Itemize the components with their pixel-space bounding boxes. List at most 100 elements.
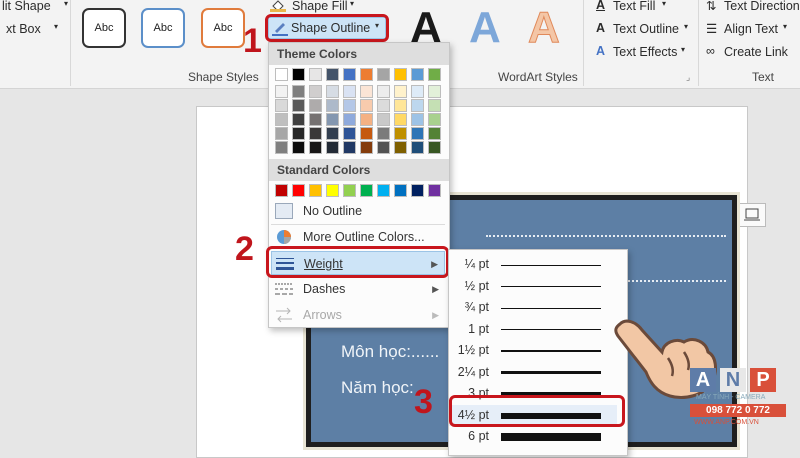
theme-shade-swatch[interactable] bbox=[411, 141, 424, 154]
theme-shade-swatch[interactable] bbox=[360, 127, 373, 140]
theme-shade-swatch[interactable] bbox=[343, 99, 356, 112]
standard-color-swatch[interactable] bbox=[275, 184, 288, 197]
theme-shade-swatch[interactable] bbox=[377, 113, 390, 126]
arrows-item[interactable]: Arrows ▶ bbox=[271, 303, 445, 327]
theme-shade-swatch[interactable] bbox=[309, 113, 322, 126]
theme-color-swatch[interactable] bbox=[326, 68, 339, 81]
theme-shade-swatch[interactable] bbox=[292, 85, 305, 98]
theme-shade-swatch[interactable] bbox=[377, 141, 390, 154]
standard-color-swatch[interactable] bbox=[292, 184, 305, 197]
theme-shade-swatch[interactable] bbox=[360, 141, 373, 154]
theme-shade-swatch[interactable] bbox=[411, 127, 424, 140]
theme-shade-swatch[interactable] bbox=[411, 85, 424, 98]
layout-options-icon[interactable] bbox=[738, 203, 766, 227]
theme-shade-swatch[interactable] bbox=[275, 113, 288, 126]
theme-shade-swatch[interactable] bbox=[343, 85, 356, 98]
theme-shade-swatch[interactable] bbox=[360, 113, 373, 126]
shape-fill-left-button[interactable]: lit Shape bbox=[2, 0, 51, 13]
theme-shade-swatch[interactable] bbox=[326, 141, 339, 154]
theme-shade-swatch[interactable] bbox=[360, 99, 373, 112]
wordart-style-blue[interactable]: A bbox=[469, 4, 501, 52]
theme-shade-swatch[interactable] bbox=[411, 99, 424, 112]
weight-option[interactable]: ¼ pt bbox=[449, 254, 617, 275]
shape-style-sample-3[interactable]: Abc bbox=[201, 8, 245, 48]
theme-shade-swatch[interactable] bbox=[309, 85, 322, 98]
text-effects-button[interactable]: Text Effects bbox=[613, 45, 677, 59]
create-link-button[interactable]: Create Link bbox=[724, 45, 788, 59]
weight-option[interactable]: ¾ pt bbox=[449, 297, 617, 318]
theme-shade-swatch[interactable] bbox=[377, 127, 390, 140]
submenu-arrow-icon: ▶ bbox=[432, 310, 439, 320]
theme-shade-swatch[interactable] bbox=[275, 99, 288, 112]
theme-shade-swatch[interactable] bbox=[428, 127, 441, 140]
theme-color-swatch[interactable] bbox=[428, 68, 441, 81]
chevron-down-icon: ▾ bbox=[64, 0, 69, 8]
theme-color-swatch[interactable] bbox=[377, 68, 390, 81]
theme-shade-swatch[interactable] bbox=[292, 127, 305, 140]
standard-color-swatch[interactable] bbox=[394, 184, 407, 197]
wordart-style-orange[interactable]: A bbox=[528, 3, 561, 52]
standard-color-swatch[interactable] bbox=[309, 184, 322, 197]
theme-shade-swatch[interactable] bbox=[275, 85, 288, 98]
theme-shade-swatch[interactable] bbox=[428, 113, 441, 126]
theme-shade-swatch[interactable] bbox=[411, 113, 424, 126]
text-box-button[interactable]: xt Box bbox=[6, 22, 41, 36]
theme-shade-swatch[interactable] bbox=[309, 99, 322, 112]
theme-shade-swatch[interactable] bbox=[326, 113, 339, 126]
dashes-item[interactable]: Dashes ▶ bbox=[271, 277, 445, 301]
theme-shade-swatch[interactable] bbox=[292, 113, 305, 126]
weight-option[interactable]: ½ pt bbox=[449, 276, 617, 297]
theme-color-swatch[interactable] bbox=[292, 68, 305, 81]
no-outline-item[interactable]: No Outline bbox=[271, 199, 445, 223]
theme-shade-swatch[interactable] bbox=[309, 141, 322, 154]
theme-shade-swatch[interactable] bbox=[343, 113, 356, 126]
align-text-button[interactable]: Align Text bbox=[724, 22, 778, 36]
text-fill-button[interactable]: Text Fill bbox=[613, 0, 655, 13]
weight-option[interactable]: 2¼ pt bbox=[449, 362, 617, 383]
standard-color-swatch[interactable] bbox=[326, 184, 339, 197]
theme-shade-swatch[interactable] bbox=[377, 99, 390, 112]
theme-color-swatch[interactable] bbox=[360, 68, 373, 81]
weight-option[interactable]: 6 pt bbox=[449, 426, 617, 447]
standard-color-swatch[interactable] bbox=[411, 184, 424, 197]
weight-option[interactable]: 1½ pt bbox=[449, 340, 617, 361]
theme-shade-swatch[interactable] bbox=[343, 127, 356, 140]
standard-color-swatch[interactable] bbox=[343, 184, 356, 197]
theme-shade-swatch[interactable] bbox=[326, 85, 339, 98]
theme-shade-swatch[interactable] bbox=[377, 85, 390, 98]
theme-shade-swatch[interactable] bbox=[394, 99, 407, 112]
theme-shade-swatch[interactable] bbox=[428, 85, 441, 98]
theme-shade-swatch[interactable] bbox=[275, 141, 288, 154]
theme-shade-swatch[interactable] bbox=[343, 141, 356, 154]
theme-color-swatch[interactable] bbox=[394, 68, 407, 81]
theme-shade-swatch[interactable] bbox=[326, 127, 339, 140]
theme-shade-swatch[interactable] bbox=[292, 99, 305, 112]
text-outline-button[interactable]: Text Outline bbox=[613, 22, 679, 36]
weight-option[interactable]: 1 pt bbox=[449, 319, 617, 340]
shape-style-sample-2[interactable]: Abc bbox=[141, 8, 185, 48]
text-direction-button[interactable]: Text Direction bbox=[724, 0, 800, 13]
theme-shade-swatch[interactable] bbox=[394, 113, 407, 126]
theme-color-swatch[interactable] bbox=[309, 68, 322, 81]
standard-color-swatch[interactable] bbox=[428, 184, 441, 197]
theme-color-swatch[interactable] bbox=[343, 68, 356, 81]
theme-color-swatch[interactable] bbox=[275, 68, 288, 81]
theme-shade-swatch[interactable] bbox=[326, 99, 339, 112]
theme-shade-swatch[interactable] bbox=[360, 85, 373, 98]
theme-shade-swatch[interactable] bbox=[428, 99, 441, 112]
standard-color-swatch[interactable] bbox=[360, 184, 373, 197]
theme-shade-swatch[interactable] bbox=[292, 141, 305, 154]
wordart-styles-group-label: WordArt Styles bbox=[498, 70, 578, 84]
theme-shade-swatch[interactable] bbox=[394, 127, 407, 140]
theme-shade-swatch[interactable] bbox=[394, 141, 407, 154]
theme-shade-swatch[interactable] bbox=[309, 127, 322, 140]
theme-shade-swatch[interactable] bbox=[428, 141, 441, 154]
theme-shade-swatch[interactable] bbox=[394, 85, 407, 98]
theme-color-swatch[interactable] bbox=[411, 68, 424, 81]
shape-fill-button[interactable]: Shape Fill bbox=[292, 0, 348, 13]
shape-style-sample-1[interactable]: Abc bbox=[82, 8, 126, 48]
theme-shade-swatch[interactable] bbox=[275, 127, 288, 140]
standard-color-swatch[interactable] bbox=[377, 184, 390, 197]
chevron-down-icon: ▾ bbox=[54, 22, 59, 31]
dialog-launcher-icon[interactable]: ⌟ bbox=[686, 72, 690, 83]
